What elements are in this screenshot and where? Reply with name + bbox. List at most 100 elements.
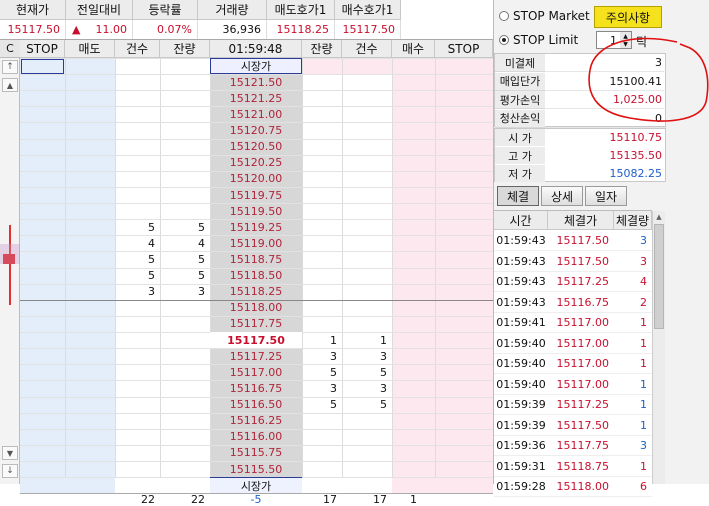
scroll-up-icon[interactable]: ▲ (2, 78, 18, 92)
sell-order-cell[interactable] (65, 429, 115, 445)
price-cell[interactable]: 15120.00 (210, 171, 302, 187)
sell-qty-cell (160, 139, 210, 155)
sell-order-cell[interactable] (65, 348, 115, 364)
buy-order-cell[interactable] (392, 461, 435, 477)
buy-order-cell[interactable] (392, 413, 435, 429)
price-cell[interactable]: 15117.00 (210, 364, 302, 380)
price-cell[interactable]: 15120.50 (210, 139, 302, 155)
sell-order-cell[interactable] (65, 268, 115, 284)
sell-order-cell[interactable] (65, 106, 115, 122)
buy-order-cell[interactable] (392, 219, 435, 235)
buy-order-cell[interactable] (392, 74, 435, 90)
trade-scrollbar[interactable]: ▲ (652, 211, 665, 484)
sell-order-cell[interactable] (65, 332, 115, 348)
price-cell[interactable]: 15118.25 (210, 284, 302, 300)
sell-order-cell[interactable] (65, 187, 115, 203)
summary-value-4: 15118.25 (267, 20, 335, 39)
total-buy: 1 (410, 493, 417, 506)
sell-order-cell[interactable] (65, 90, 115, 106)
buy-order-cell[interactable] (392, 300, 435, 316)
buy-order-cell[interactable] (392, 171, 435, 187)
sell-order-cell[interactable] (65, 461, 115, 477)
price-cell[interactable]: 15116.00 (210, 429, 302, 445)
sell-order-cell[interactable] (65, 364, 115, 380)
price-cell[interactable]: 15118.75 (210, 251, 302, 267)
buy-order-cell[interactable] (392, 90, 435, 106)
sell-order-cell[interactable] (65, 413, 115, 429)
market-price-top[interactable]: 시장가 (210, 58, 302, 75)
buy-order-cell[interactable] (392, 284, 435, 300)
sell-order-cell[interactable] (65, 380, 115, 396)
sell-order-cell[interactable] (65, 219, 115, 235)
sell-order-cell[interactable] (65, 316, 115, 332)
sell-order-cell[interactable] (65, 397, 115, 413)
buy-order-cell[interactable] (392, 187, 435, 203)
buy-order-cell[interactable] (392, 139, 435, 155)
buy-count-cell (342, 171, 392, 187)
buy-order-cell[interactable] (392, 251, 435, 267)
buy-order-cell[interactable] (392, 268, 435, 284)
price-cell[interactable]: 15121.25 (210, 90, 302, 106)
price-cell[interactable]: 15116.50 (210, 397, 302, 413)
buy-count-cell (342, 235, 392, 251)
price-cell[interactable]: 15118.50 (210, 268, 302, 284)
market-price-bottom[interactable]: 시장가 (210, 477, 302, 494)
sell-order-cell[interactable] (65, 171, 115, 187)
price-cell[interactable]: 15118.00 (210, 300, 302, 316)
sell-order-cell[interactable] (65, 203, 115, 219)
buy-order-cell[interactable] (392, 348, 435, 364)
sell-order-cell[interactable] (65, 300, 115, 316)
sell-order-cell[interactable] (65, 445, 115, 461)
tab-2[interactable]: 일자 (585, 186, 627, 206)
sell-order-cell[interactable] (65, 251, 115, 267)
price-cell[interactable]: 15120.25 (210, 155, 302, 171)
caution-button[interactable]: 주의사항 (594, 6, 662, 28)
buy-order-cell[interactable] (392, 429, 435, 445)
price-cell[interactable]: 15119.00 (210, 235, 302, 251)
stop-market-radio[interactable] (499, 11, 509, 21)
sell-order-cell[interactable] (65, 74, 115, 90)
buy-count-cell (342, 139, 392, 155)
stop-limit-radio[interactable] (499, 35, 509, 45)
buy-order-cell[interactable] (392, 364, 435, 380)
buy-order-cell[interactable] (392, 235, 435, 251)
buy-order-cell[interactable] (392, 397, 435, 413)
sell-order-cell[interactable] (65, 122, 115, 138)
buy-order-cell[interactable] (392, 332, 435, 348)
trade-qty: 1 (614, 375, 652, 395)
buy-order-cell[interactable] (392, 155, 435, 171)
tab-1[interactable]: 상세 (541, 186, 583, 206)
sell-order-cell[interactable] (65, 235, 115, 251)
total-bc: 17 (373, 493, 387, 506)
price-cell[interactable]: 15121.50 (210, 74, 302, 90)
price-cell[interactable]: 15117.25 (210, 348, 302, 364)
sell-order-cell[interactable] (65, 155, 115, 171)
price-cell[interactable]: 15116.25 (210, 413, 302, 429)
price-cell[interactable]: 15119.75 (210, 187, 302, 203)
price-cell[interactable]: 15120.75 (210, 122, 302, 138)
price-cell[interactable]: 15119.25 (210, 219, 302, 235)
trade-scroll-up-icon[interactable]: ▲ (653, 211, 665, 223)
price-cell[interactable]: 15115.75 (210, 445, 302, 461)
price-cell[interactable]: 15121.00 (210, 106, 302, 122)
buy-count-cell (342, 203, 392, 219)
price-cell[interactable]: 15117.75 (210, 316, 302, 332)
buy-order-cell[interactable] (392, 203, 435, 219)
price-cell[interactable]: 15117.50 (210, 332, 302, 349)
buy-order-cell[interactable] (392, 445, 435, 461)
scroll-top-arrow-icon[interactable]: ↑ (2, 60, 18, 74)
scroll-down-icon[interactable]: ▼ (2, 446, 18, 460)
buy-order-cell[interactable] (392, 316, 435, 332)
trade-scroll-thumb[interactable] (654, 224, 664, 329)
sell-stop-selected-cell[interactable] (21, 59, 64, 75)
sell-order-cell[interactable] (65, 284, 115, 300)
scroll-bottom-arrow-icon[interactable]: ↓ (2, 464, 18, 478)
buy-order-cell[interactable] (392, 380, 435, 396)
price-cell[interactable]: 15115.50 (210, 461, 302, 477)
price-cell[interactable]: 15116.75 (210, 380, 302, 396)
buy-order-cell[interactable] (392, 106, 435, 122)
tab-0[interactable]: 체결 (497, 186, 539, 206)
price-cell[interactable]: 15119.50 (210, 203, 302, 219)
sell-order-cell[interactable] (65, 139, 115, 155)
buy-order-cell[interactable] (392, 122, 435, 138)
